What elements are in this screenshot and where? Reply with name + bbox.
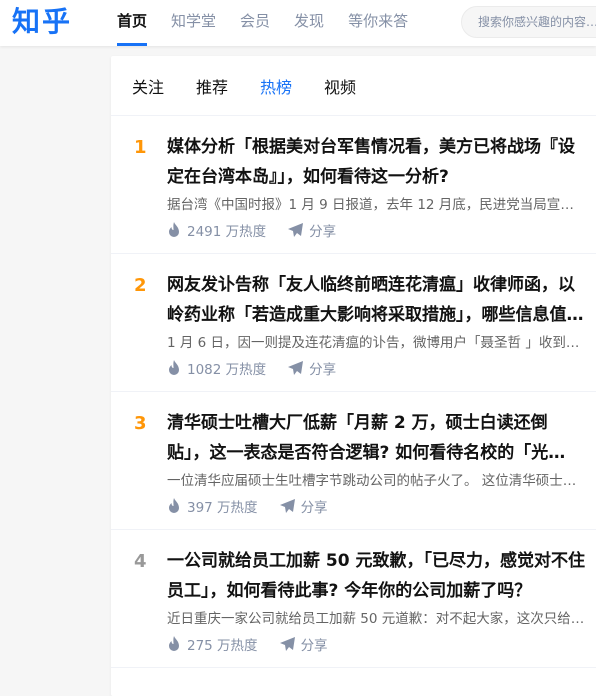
rank-number: 4 <box>134 551 147 572</box>
item-metrics: 2491 万热度 分享 <box>167 220 358 240</box>
heat-metric: 397 万热度 <box>167 496 258 516</box>
share-button[interactable]: 分享 <box>288 220 336 240</box>
item-metrics: 397 万热度 分享 <box>167 496 350 516</box>
share-label: 分享 <box>309 362 337 378</box>
rank-number: 3 <box>134 413 147 434</box>
heat-metric: 2491 万热度 <box>167 220 266 240</box>
tab-follow[interactable]: 关注 <box>132 74 164 98</box>
item-metrics: 1082 万热度 分享 <box>167 358 358 378</box>
share-label: 分享 <box>309 224 337 240</box>
nav-item-membership[interactable]: 会员 <box>240 0 270 46</box>
heat-metric: 275 万热度 <box>167 634 258 654</box>
rank-number: 1 <box>134 137 147 158</box>
hot-list-item[interactable]: 3 清华硕士吐槽大厂低薪「月薪 2 万，硕士白读还倒贴」，这一表态是否符合逻辑?… <box>111 392 596 530</box>
share-button[interactable]: 分享 <box>279 496 328 516</box>
nav-item-discover[interactable]: 发现 <box>294 0 324 46</box>
heat-count: 275 万热度 <box>187 638 258 654</box>
nav-item-waiting-answers[interactable]: 等你来答 <box>348 0 408 46</box>
share-icon <box>279 637 295 651</box>
share-icon <box>288 223 304 237</box>
share-button[interactable]: 分享 <box>279 634 328 654</box>
zhihu-logo[interactable]: 知乎 <box>12 4 72 40</box>
question-title[interactable]: 媒体分析「根据美对台军售情况看，美方已将战场『设定在台湾本岛』」，如何看待这一分… <box>167 132 587 192</box>
hot-list-item[interactable]: 1 媒体分析「根据美对台军售情况看，美方已将战场『设定在台湾本岛』」，如何看待这… <box>111 116 596 254</box>
flame-icon <box>169 360 179 375</box>
question-excerpt[interactable]: 据台湾《中国时报》1 月 9 日报道，去年 12 月底，民进党当局宣布了一份军售… <box>167 194 587 216</box>
rank-number: 2 <box>134 275 147 296</box>
hot-list-item[interactable]: 2 网友发讣告称「友人临终前晒连花清瘟」收律师函，以岭药业称「若造成重大影响将采… <box>111 254 596 392</box>
share-label: 分享 <box>300 638 328 654</box>
hot-list-item[interactable]: 4 一公司就给员工加薪 50 元致歉，「已尽力，感觉对不住员工」，如何看待此事?… <box>111 530 596 668</box>
question-title[interactable]: 网友发讣告称「友人临终前晒连花清瘟」收律师函，以岭药业称「若造成重大影响将采取措… <box>167 270 587 330</box>
question-title[interactable]: 一公司就给员工加薪 50 元致歉，「已尽力，感觉对不住员工」，如何看待此事? 今… <box>167 546 587 606</box>
search-box[interactable] <box>461 6 596 38</box>
hot-list-card: 关注 推荐 热榜 视频 1 媒体分析「根据美对台军售情况看，美方已将战场『设定在… <box>111 56 596 696</box>
tab-hot-list[interactable]: 热榜 <box>260 74 292 98</box>
question-excerpt[interactable]: 近日重庆一家公司就给员工加薪 50 元道歉：对不起大家，这次只给大家加薪了 50… <box>167 608 587 630</box>
question-excerpt[interactable]: 一位清华应届硕士生吐槽字节跳动公司的帖子火了。 这位清华硕士表示月薪两万... <box>167 470 587 492</box>
flame-icon <box>169 636 179 651</box>
heat-count: 2491 万热度 <box>187 224 267 240</box>
tab-recommend[interactable]: 推荐 <box>196 74 228 98</box>
flame-icon <box>169 498 179 513</box>
question-excerpt[interactable]: 1 月 6 日，因一则提及连花清瘟的讣告，微博用户「聂圣哲 」收到以岭药业的律师… <box>167 332 587 354</box>
share-icon <box>279 499 295 513</box>
share-icon <box>288 361 304 375</box>
top-header: 知乎 首页 知学堂 会员 发现 等你来答 <box>0 0 596 46</box>
heat-count: 1082 万热度 <box>187 362 267 378</box>
feed-tabs: 关注 推荐 热榜 视频 <box>111 56 596 116</box>
question-title[interactable]: 清华硕士吐槽大厂低薪「月薪 2 万，硕士白读还倒贴」，这一表态是否符合逻辑? 如… <box>167 408 587 468</box>
tab-video[interactable]: 视频 <box>324 74 356 98</box>
main-nav: 首页 知学堂 会员 发现 等你来答 <box>117 0 432 46</box>
flame-icon <box>169 222 179 237</box>
nav-item-home[interactable]: 首页 <box>117 0 148 46</box>
heat-metric: 1082 万热度 <box>167 358 266 378</box>
search-input[interactable] <box>462 7 596 37</box>
share-label: 分享 <box>300 500 328 516</box>
item-metrics: 275 万热度 分享 <box>167 634 350 654</box>
nav-item-zhixuetang[interactable]: 知学堂 <box>171 0 216 46</box>
share-button[interactable]: 分享 <box>288 358 336 378</box>
heat-count: 397 万热度 <box>187 500 258 516</box>
